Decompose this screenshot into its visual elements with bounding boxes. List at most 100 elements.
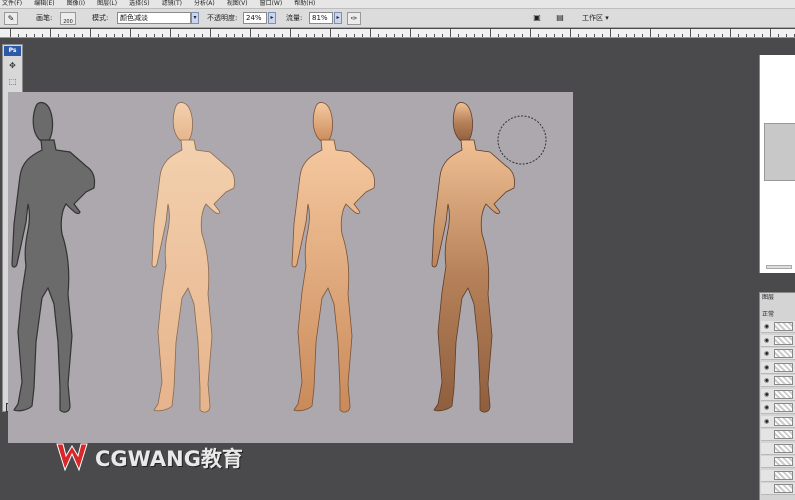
ruler-tick <box>202 34 203 37</box>
ruler-tick <box>730 29 731 37</box>
eye-icon[interactable]: ◉ <box>764 404 769 412</box>
watermark-text: CGWANG教育 <box>95 447 243 471</box>
layer-row[interactable]: ◉ <box>761 348 795 360</box>
ruler-tick <box>226 34 227 37</box>
mode-dropdown-icon[interactable]: ▾ <box>191 12 199 24</box>
ruler-tick <box>418 34 419 37</box>
ruler-tick <box>410 29 411 37</box>
layer-thumbnail <box>774 403 793 412</box>
figure-flat-skin <box>151 102 236 413</box>
workspace-menu[interactable]: 工作区 ▾ <box>582 13 609 23</box>
document-icon[interactable]: ▤ <box>553 12 567 25</box>
layer-thumbnail <box>774 349 793 358</box>
ruler-tick <box>298 34 299 37</box>
opacity-field[interactable]: 24% <box>243 12 267 24</box>
move-icon[interactable]: ✥ <box>6 61 19 71</box>
menu-file[interactable]: 文件(F) <box>2 0 22 8</box>
layer-row[interactable]: ◉ <box>761 361 795 374</box>
palette-icon[interactable]: ▣ <box>530 12 544 25</box>
cgwang-logo-icon <box>56 443 88 472</box>
ruler-tick <box>602 34 603 37</box>
layers-panel: 图层 正常 ◉ ◉ ◉ ◉ ◉ ◉ ◉ ◉ <box>759 292 795 500</box>
ruler-tick <box>218 34 219 37</box>
ruler-tick <box>362 34 363 37</box>
ruler-tick <box>82 34 83 37</box>
eye-icon[interactable]: ◉ <box>764 337 769 345</box>
flow-slider-icon[interactable]: ▸ <box>334 12 342 24</box>
figure-sketch-gray <box>11 101 96 413</box>
ruler-tick <box>578 34 579 37</box>
layer-row[interactable]: ◉ <box>761 388 795 401</box>
menu-help[interactable]: 帮助(H) <box>294 0 315 8</box>
ruler-tick <box>666 34 667 37</box>
brush-picker[interactable]: 200 <box>60 12 76 25</box>
ruler-tick <box>490 29 491 37</box>
eye-icon[interactable]: ◉ <box>764 350 769 358</box>
ruler-tick <box>322 34 323 37</box>
ruler-tick <box>770 29 771 37</box>
layer-row[interactable] <box>761 483 795 495</box>
opacity-slider-icon[interactable]: ▸ <box>268 12 276 24</box>
eye-icon[interactable]: ◉ <box>764 364 769 372</box>
layer-row[interactable] <box>761 442 795 455</box>
menu-layer[interactable]: 图层(L) <box>97 0 117 8</box>
ruler-tick <box>122 34 123 37</box>
layer-row[interactable]: ◉ <box>761 375 795 387</box>
brush-tool-preset-icon[interactable]: ✎ <box>4 12 18 25</box>
ruler-tick <box>282 34 283 37</box>
ruler-tick <box>378 34 379 37</box>
ruler-tick <box>154 34 155 37</box>
navigator-zoom-slider[interactable] <box>766 265 792 269</box>
ruler-tick <box>754 34 755 37</box>
ruler-tick <box>778 34 779 37</box>
ruler-tick <box>522 34 523 37</box>
menu-select[interactable]: 选择(S) <box>129 0 150 8</box>
layer-row[interactable] <box>761 429 795 441</box>
ruler-tick <box>34 34 35 37</box>
menu-filter[interactable]: 滤镜(T) <box>162 0 182 8</box>
ruler-tick <box>546 34 547 37</box>
ruler-tick <box>530 29 531 37</box>
ruler-tick <box>714 34 715 37</box>
airbrush-icon[interactable]: ✑ <box>347 12 361 25</box>
layer-row[interactable]: ◉ <box>761 334 795 347</box>
layer-row[interactable]: ◉ <box>761 402 795 414</box>
ruler-tick <box>618 34 619 37</box>
ruler-tick <box>506 34 507 37</box>
ruler-tick <box>178 34 179 37</box>
layer-row[interactable]: ◉ <box>761 321 795 333</box>
layer-thumbnail <box>774 389 793 399</box>
layers-panel-title[interactable]: 图层 <box>762 294 774 302</box>
mode-select[interactable]: 颜色减淡 <box>117 12 191 24</box>
photoshop-window: 文件(F) 编辑(E) 图像(I) 图层(L) 选择(S) 滤镜(T) 分析(A… <box>0 0 795 500</box>
eye-icon[interactable]: ◉ <box>764 323 769 331</box>
ruler-tick <box>242 34 243 37</box>
menu-edit[interactable]: 编辑(E) <box>34 0 54 8</box>
blend-mode-select[interactable]: 正常 <box>762 311 774 319</box>
menu-image[interactable]: 图像(I) <box>67 0 85 8</box>
eye-icon[interactable]: ◉ <box>764 377 769 385</box>
eye-icon[interactable]: ◉ <box>764 418 769 426</box>
marquee-icon[interactable]: ⬚ <box>6 77 19 87</box>
document-canvas[interactable] <box>8 92 573 443</box>
ruler-tick <box>354 34 355 37</box>
ruler-tick <box>698 34 699 37</box>
ruler-tick <box>194 34 195 37</box>
ruler-tick <box>170 29 171 37</box>
opacity-label: 不透明度: <box>207 14 238 22</box>
ruler-tick <box>706 34 707 37</box>
menu-view[interactable]: 视图(V) <box>227 0 248 8</box>
ruler-tick <box>330 29 331 37</box>
eye-icon[interactable]: ◉ <box>764 391 769 399</box>
ruler-tick <box>690 29 691 37</box>
figure-shaded-skin <box>291 102 376 413</box>
layer-row[interactable] <box>761 469 795 482</box>
layer-row[interactable]: ◉ <box>761 415 795 428</box>
ruler-tick <box>570 29 571 37</box>
menu-window[interactable]: 窗口(W) <box>260 0 283 8</box>
navigator-thumbnail[interactable] <box>764 123 795 181</box>
layer-row[interactable] <box>761 456 795 468</box>
menu-analysis[interactable]: 分析(A) <box>194 0 215 8</box>
flow-field[interactable]: 81% <box>309 12 333 24</box>
ruler-tick <box>306 34 307 37</box>
